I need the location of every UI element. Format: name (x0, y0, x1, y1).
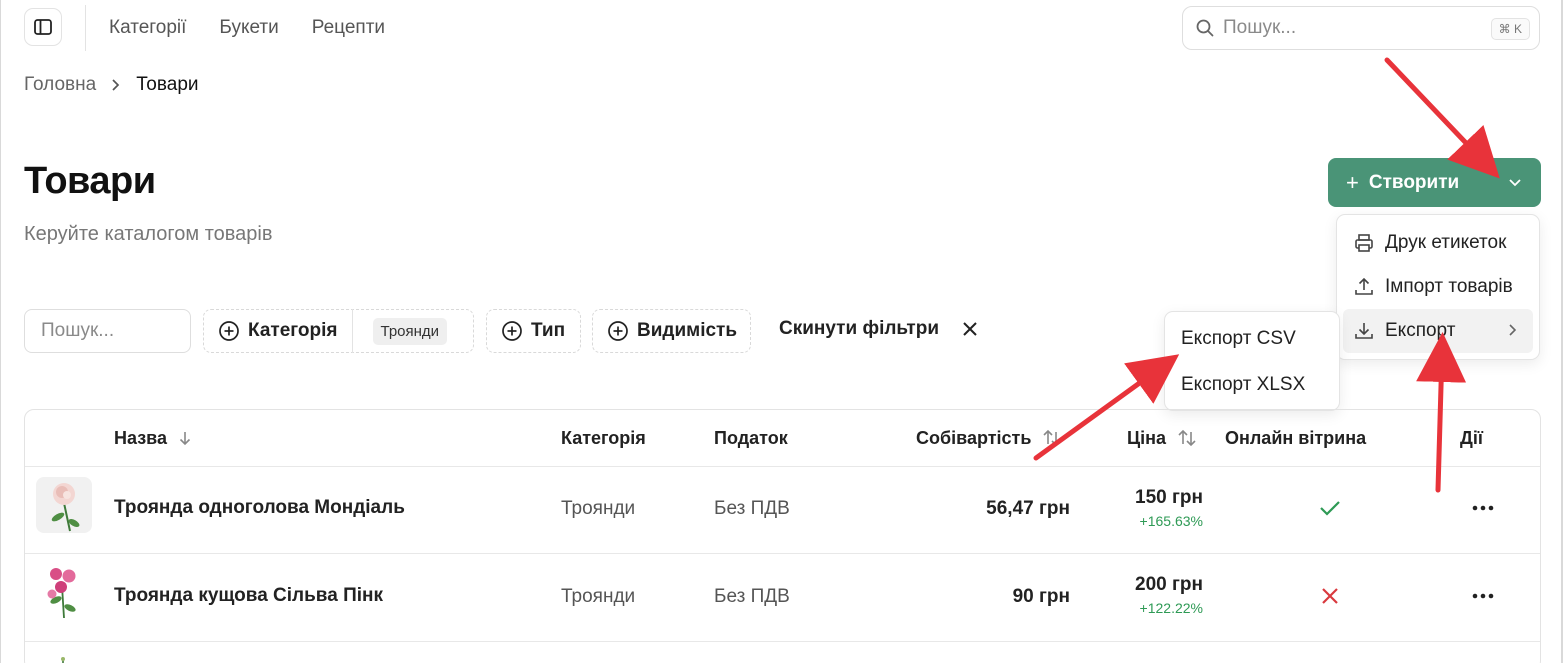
download-icon (1355, 323, 1373, 339)
create-button-label: Створити (1368, 171, 1460, 193)
type-filter[interactable]: Тип (486, 309, 581, 353)
menu-item-label: Імпорт товарів (1385, 276, 1513, 297)
more-actions-icon[interactable] (1472, 505, 1494, 511)
column-header-name[interactable]: Назва (114, 410, 193, 466)
create-dropdown-menu: Друк етикеток Імпорт товарів Експорт (1336, 214, 1540, 360)
category-filter-value: Троянди (372, 317, 448, 345)
sort-icon (1178, 429, 1196, 447)
product-cost: 90 грн (1012, 586, 1070, 607)
product-cost: 56,47 грн (986, 498, 1070, 519)
export-csv-item[interactable]: Експорт CSV (1171, 316, 1333, 362)
product-thumbnail (61, 657, 65, 663)
column-header-label: Собівартість (916, 427, 1032, 448)
export-submenu: Експорт CSV Експорт XLSX (1164, 311, 1340, 411)
column-header-cost[interactable]: Собівартість (916, 410, 1063, 466)
export-xlsx-item[interactable]: Експорт XLSX (1171, 362, 1333, 408)
chip-divider (351, 309, 353, 353)
search-icon (1196, 19, 1214, 37)
global-search-input[interactable]: Пошук... ⌘ K (1182, 6, 1540, 50)
topbar-divider (85, 5, 86, 51)
menu-item-label: Експорт (1385, 320, 1456, 341)
product-tax: Без ПДВ (714, 586, 790, 607)
nav-bouquets[interactable]: Букети (219, 16, 278, 40)
breadcrumb-home[interactable]: Головна (24, 74, 96, 96)
column-header-category: Категорія (561, 427, 646, 448)
markup-value: +122.22% (1139, 600, 1203, 616)
nav-recipes[interactable]: Рецепти (312, 16, 385, 40)
menu-item-import-products[interactable]: Імпорт товарів (1343, 265, 1533, 309)
arrow-down-icon (179, 432, 191, 446)
row-divider (25, 553, 1540, 554)
close-icon[interactable] (961, 320, 979, 338)
menu-item-export[interactable]: Експорт (1343, 309, 1533, 353)
product-category: Троянди (561, 498, 636, 519)
x-icon (1322, 588, 1338, 604)
shortcut-badge: ⌘ K (1490, 18, 1530, 40)
printer-icon (1355, 234, 1373, 252)
filter-search-input[interactable]: Пошук... (24, 309, 191, 353)
check-icon (1320, 501, 1340, 516)
create-button-group: + Створити (1328, 158, 1541, 207)
chevron-right-icon (1509, 324, 1517, 336)
products-table: Назва Категорія Податок Собівартість Цін… (24, 409, 1541, 663)
row-divider (25, 466, 1540, 467)
menu-item-print-labels[interactable]: Друк етикеток (1343, 221, 1533, 265)
breadcrumb-current: Товари (136, 74, 199, 95)
column-header-price[interactable]: Ціна (1127, 410, 1198, 466)
breadcrumb: Головна Товари (24, 74, 199, 96)
product-tax: Без ПДВ (714, 498, 790, 519)
menu-item-label: Друк етикеток (1385, 232, 1507, 253)
sidebar-toggle-button[interactable] (24, 8, 62, 46)
column-header-label: Назва (114, 427, 168, 448)
product-price: 150 грн +165.63% (1083, 487, 1203, 529)
price-value: 150 грн (1135, 487, 1203, 508)
sort-icon (1043, 429, 1061, 447)
page-subtitle: Керуйте каталогом товарів (24, 223, 273, 245)
chevron-down-icon (1509, 178, 1521, 186)
plus-circle-icon (219, 321, 239, 341)
product-thumbnail (47, 568, 76, 619)
top-nav: Категорії Букети Рецепти (109, 16, 385, 40)
search-placeholder: Пошук... (1223, 17, 1297, 38)
column-header-label: Ціна (1127, 427, 1167, 448)
product-name[interactable]: Троянда одноголова Мондіаль (114, 497, 405, 519)
product-category: Троянди (561, 586, 636, 607)
category-filter[interactable]: Категорія Троянди (203, 309, 474, 353)
type-filter-label: Тип (531, 320, 566, 341)
column-header-actions: Дії (1460, 427, 1483, 448)
sidebar-icon (34, 19, 52, 35)
visibility-filter-label: Видимість (637, 320, 738, 341)
visibility-filter[interactable]: Видимість (592, 309, 751, 353)
product-name[interactable]: Троянда кущова Сільва Пінк (114, 585, 383, 607)
column-header-tax: Податок (714, 427, 788, 448)
plus-circle-icon (502, 321, 522, 341)
upload-icon (1355, 277, 1373, 295)
nav-categories[interactable]: Категорії (109, 16, 186, 40)
plus-icon: + (1346, 169, 1359, 195)
category-filter-label: Категорія (248, 320, 338, 341)
chevron-right-icon (112, 79, 120, 91)
product-thumbnail (36, 477, 92, 533)
more-actions-icon[interactable] (1472, 593, 1494, 599)
page-title: Товари (24, 160, 156, 202)
product-price: 200 грн +122.22% (1083, 574, 1203, 616)
markup-value: +165.63% (1139, 513, 1203, 529)
reset-filters-button[interactable]: Скинути фільтри (779, 318, 939, 340)
price-value: 200 грн (1135, 574, 1203, 595)
row-divider (25, 641, 1540, 642)
column-header-online: Онлайн вітрина (1225, 427, 1367, 448)
plus-circle-icon (608, 321, 628, 341)
create-dropdown-toggle[interactable] (1489, 158, 1541, 207)
create-button[interactable]: + Створити (1328, 169, 1488, 195)
